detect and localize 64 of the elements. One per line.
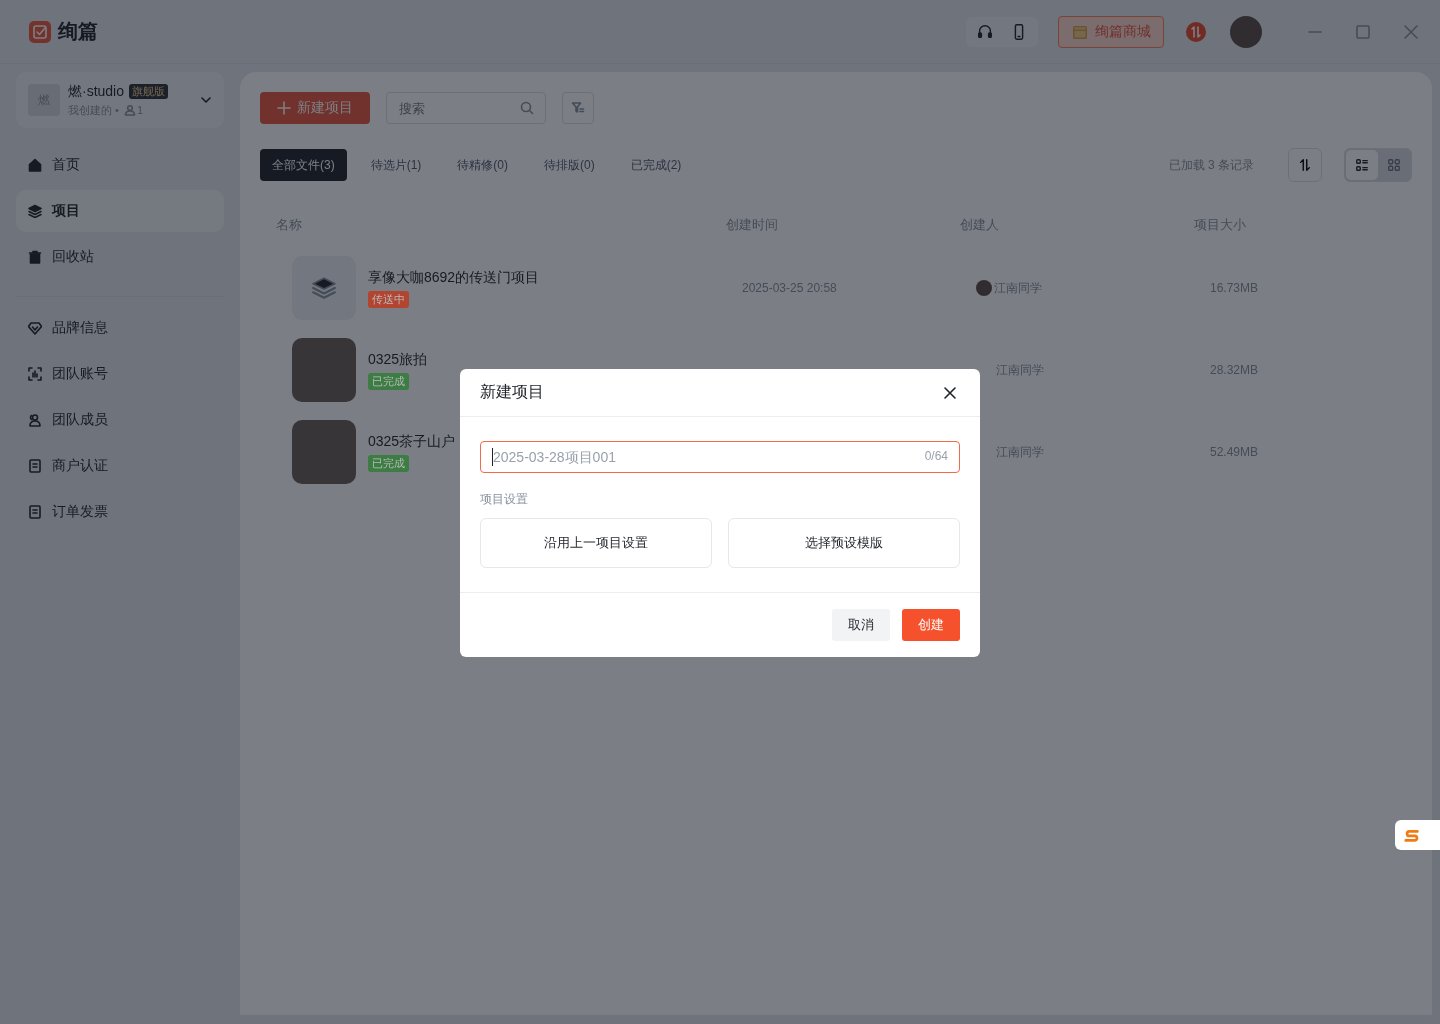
logo-icon (28, 19, 52, 44)
status-tab[interactable]: 待精修(0) (445, 149, 520, 181)
floating-widget[interactable] (1395, 820, 1440, 850)
workspace-name: 燃·studio (68, 82, 125, 101)
gem-icon (28, 321, 42, 335)
maximize-icon[interactable] (1354, 22, 1372, 41)
status-tab[interactable]: 待选片(1) (358, 149, 434, 181)
sort-icon (1298, 158, 1312, 172)
character-counter: 0/64 (924, 449, 948, 463)
plus-icon (277, 101, 291, 115)
status-tag: 已完成 (368, 454, 409, 472)
person-icon (123, 104, 136, 116)
sidebar-item[interactable]: 团队账号 (16, 353, 224, 395)
headset-icon[interactable] (976, 22, 994, 41)
grid-view-icon (1387, 158, 1401, 172)
close-icon[interactable] (1402, 22, 1420, 41)
status-tab[interactable]: 已完成(2) (618, 149, 694, 181)
create-button[interactable]: 创建 (902, 609, 960, 641)
sidebar-item[interactable]: 首页 (16, 144, 224, 186)
user-avatar[interactable] (1230, 15, 1262, 48)
sort-badge-icon[interactable] (1186, 21, 1206, 42)
app-title: 绚篇 (58, 19, 98, 44)
sidebar-item[interactable]: 团队成员 (16, 399, 224, 441)
close-icon (943, 385, 957, 400)
sidebar-item[interactable]: 订单发票 (16, 491, 224, 533)
photo-placeholder[interactable] (292, 420, 356, 484)
sidebar-item[interactable]: 商户认证 (16, 445, 224, 487)
sidebar-item[interactable]: 回收站 (16, 236, 224, 278)
status-tag: 传送中 (368, 290, 409, 308)
settings-option-button[interactable]: 选择预设模版 (728, 518, 960, 568)
project-name[interactable]: 享像大咖8692的传送门项目 (368, 268, 540, 287)
search-field[interactable]: 搜索 (386, 92, 546, 124)
status-tag: 已完成 (368, 372, 409, 390)
cancel-button[interactable]: 取消 (832, 609, 890, 641)
chart-icon (28, 367, 42, 381)
project-name[interactable]: 0325旅拍 (368, 350, 428, 369)
new-project-button[interactable]: 新建项目 (260, 92, 370, 124)
search-icon (520, 101, 534, 115)
status-tab[interactable]: 全部文件(3) (260, 149, 347, 181)
project-name[interactable]: 0325茶子山户 (368, 432, 456, 451)
store-button[interactable]: 绚篇商城 (1058, 15, 1164, 48)
document-icon (28, 505, 42, 519)
filter-button[interactable] (562, 92, 594, 124)
dialog-title: 新建项目 (480, 382, 544, 402)
photo-placeholder[interactable] (292, 338, 356, 402)
trash-icon (28, 250, 42, 264)
sort-button[interactable] (1288, 148, 1322, 182)
filter-icon (571, 101, 585, 115)
users-icon (28, 413, 42, 427)
text-cursor (492, 448, 493, 466)
document-icon (28, 459, 42, 473)
layers-icon (311, 275, 337, 301)
sidebar-item[interactable]: 品牌信息 (16, 307, 224, 349)
chevron-down-icon[interactable] (200, 94, 212, 106)
view-mode-button[interactable] (1346, 150, 1378, 180)
status-tab[interactable]: 待排版(0) (532, 149, 607, 181)
layers-icon (28, 204, 42, 218)
settings-option-button[interactable]: 沿用上一项目设置 (480, 518, 712, 568)
section-label: 项目设置 (480, 491, 529, 508)
home-icon (28, 158, 42, 172)
plan-tag: 旗舰版 (129, 84, 169, 99)
list-view-icon (1355, 158, 1369, 172)
sidebar-item[interactable]: 项目 (16, 190, 224, 232)
project-thumbnail[interactable] (292, 256, 356, 320)
